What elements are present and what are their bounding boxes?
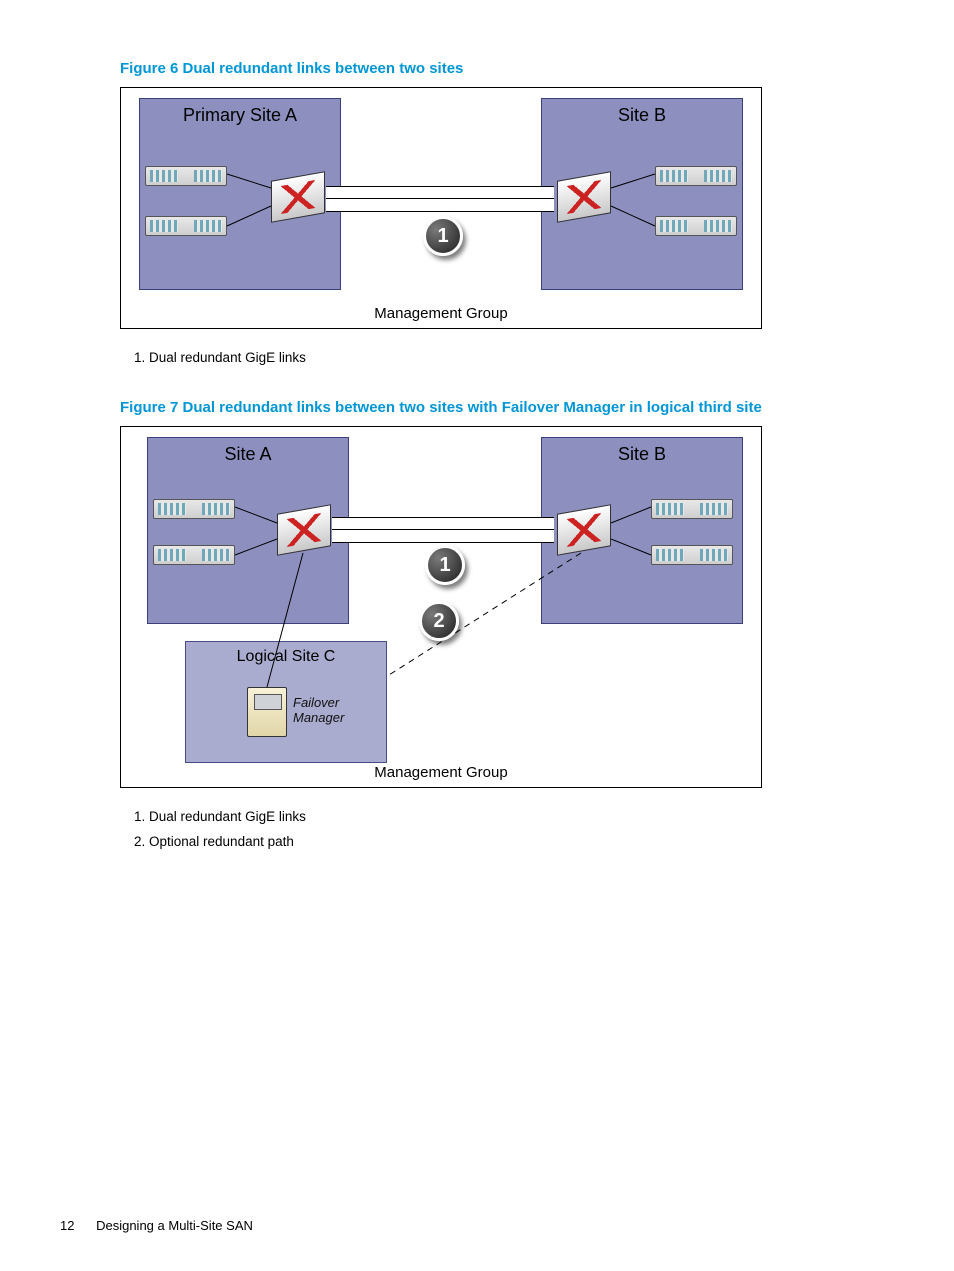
site-b-title: Site B <box>542 444 742 465</box>
legend-item: 2. Optional redundant path <box>134 829 834 855</box>
redundant-link-icon <box>332 529 554 543</box>
storage-node-icon <box>651 499 733 519</box>
logical-site-c-title: Logical Site C <box>186 648 386 666</box>
callout-badge-2: 2 <box>419 601 459 641</box>
management-group-label: Management Group <box>121 764 761 781</box>
figure-6-legend: 1. Dual redundant GigE links <box>134 345 834 371</box>
failover-manager-server-icon <box>247 687 287 737</box>
storage-node-icon <box>153 499 235 519</box>
figure-7-legend: 1. Dual redundant GigE links 2. Optional… <box>134 804 834 855</box>
page-footer: 12 Designing a Multi-Site SAN <box>60 1218 253 1233</box>
site-b-title: Site B <box>542 105 742 126</box>
failover-manager-label: Failover Manager <box>293 695 344 726</box>
legend-item: 1. Dual redundant GigE links <box>134 804 834 830</box>
storage-node-icon <box>655 166 737 186</box>
management-group-label: Management Group <box>121 305 761 322</box>
figure-7-caption: Figure 7 Dual redundant links between tw… <box>120 399 834 416</box>
storage-node-icon <box>145 216 227 236</box>
figure-6-diagram: Primary Site A Site B 1 Management Group <box>120 87 762 329</box>
site-a-title: Site A <box>148 444 348 465</box>
storage-node-icon <box>153 545 235 565</box>
callout-badge-1: 1 <box>423 216 463 256</box>
redundant-link-icon <box>326 198 554 212</box>
page-number: 12 <box>60 1218 74 1233</box>
footer-section-title: Designing a Multi-Site SAN <box>96 1218 253 1233</box>
legend-item: 1. Dual redundant GigE links <box>134 345 834 371</box>
storage-node-icon <box>145 166 227 186</box>
storage-node-icon <box>655 216 737 236</box>
site-a-title: Primary Site A <box>140 105 340 126</box>
storage-node-icon <box>651 545 733 565</box>
callout-badge-1: 1 <box>425 545 465 585</box>
figure-7-diagram: Site A Site B Logical Site C Failover Ma… <box>120 426 762 788</box>
figure-6-caption: Figure 6 Dual redundant links between tw… <box>120 60 834 77</box>
